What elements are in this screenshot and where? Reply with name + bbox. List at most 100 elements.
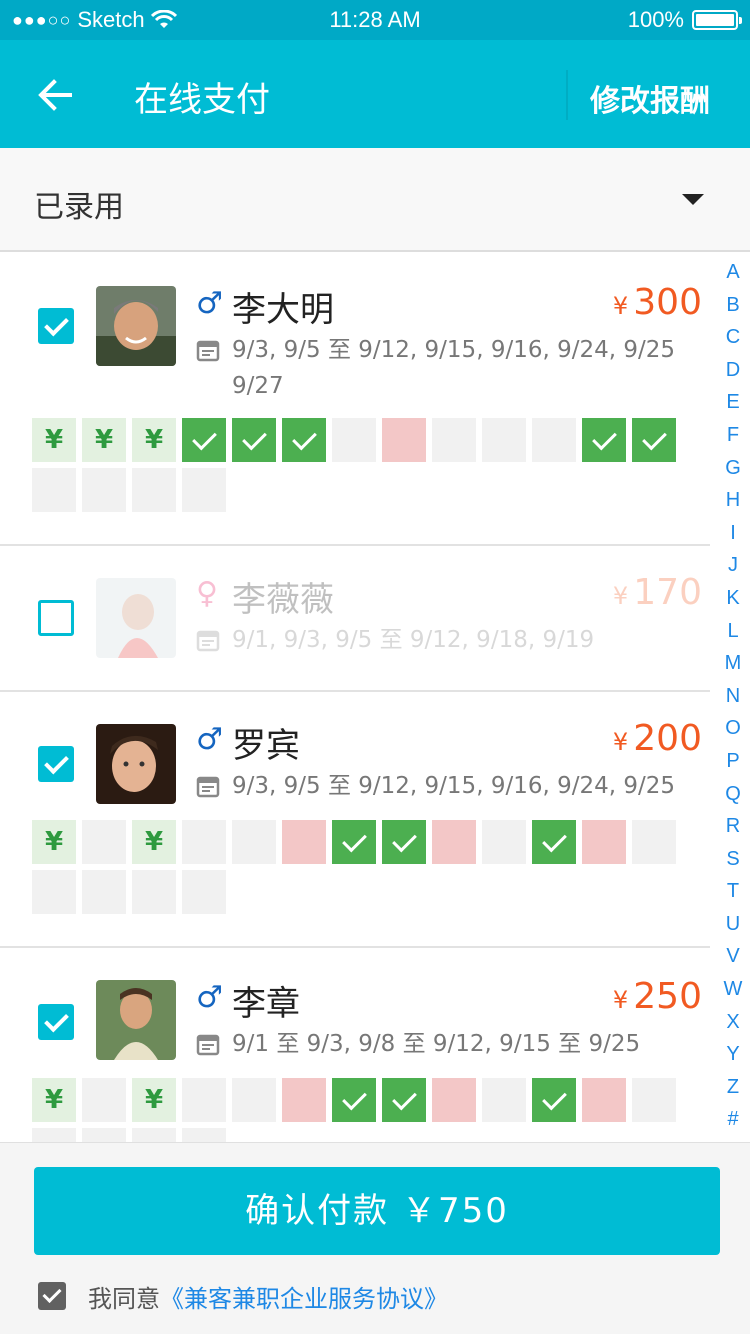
attendance-cell-empty bbox=[82, 820, 126, 864]
index-letter[interactable]: K bbox=[718, 582, 748, 615]
index-letter[interactable]: A bbox=[718, 256, 748, 289]
index-letter[interactable]: # bbox=[718, 1103, 748, 1136]
attendance-cell-empty bbox=[182, 820, 226, 864]
index-letter[interactable]: O bbox=[718, 712, 748, 745]
worker-checkbox[interactable] bbox=[38, 1004, 74, 1040]
attendance-cell-empty bbox=[182, 1078, 226, 1122]
filter-label: 已录用 bbox=[34, 190, 124, 225]
screen: ●●●○○ Sketch 11:28 AM 100% 在线支付 修改报酬 已录用 bbox=[0, 0, 750, 1334]
index-letter[interactable]: S bbox=[718, 843, 748, 876]
worker-checkbox[interactable] bbox=[38, 746, 74, 782]
attendance-cell-pink bbox=[582, 1078, 626, 1122]
calendar-icon bbox=[196, 630, 220, 652]
index-letter[interactable]: M bbox=[718, 647, 748, 680]
calendar-icon bbox=[196, 776, 220, 798]
worker-name: 李薇薇 bbox=[232, 580, 334, 620]
index-letter[interactable]: P bbox=[718, 745, 748, 778]
index-letter[interactable]: F bbox=[718, 419, 748, 452]
attendance-cell-yen: ¥ bbox=[132, 820, 176, 864]
index-letter[interactable]: L bbox=[718, 615, 748, 648]
attendance-cell-pink bbox=[432, 1078, 476, 1122]
index-letter[interactable]: G bbox=[718, 452, 748, 485]
attendance-cell-empty bbox=[532, 418, 576, 462]
attendance-cell-empty bbox=[132, 468, 176, 512]
agreement-link[interactable]: 《兼客兼职企业服务协议》 bbox=[160, 1279, 448, 1314]
index-letter[interactable]: H bbox=[718, 484, 748, 517]
index-letter[interactable]: C bbox=[718, 321, 748, 354]
attendance-cell-empty bbox=[482, 418, 526, 462]
index-letter[interactable]: V bbox=[718, 940, 748, 973]
index-letter[interactable]: R bbox=[718, 810, 748, 843]
status-bar: ●●●○○ Sketch 11:28 AM 100% bbox=[0, 0, 750, 40]
index-letter[interactable]: Z bbox=[718, 1071, 748, 1104]
index-letter[interactable]: X bbox=[718, 1006, 748, 1039]
attendance-cell-empty bbox=[332, 418, 376, 462]
attendance-cell-empty bbox=[432, 418, 476, 462]
attendance-cell-empty bbox=[632, 820, 676, 864]
price-amount: 200 bbox=[633, 718, 702, 759]
avatar bbox=[96, 980, 176, 1060]
worker-checkbox[interactable] bbox=[38, 308, 74, 344]
attendance-cell-empty bbox=[32, 468, 76, 512]
price-amount: 300 bbox=[633, 282, 702, 323]
attendance-cell-green bbox=[632, 418, 676, 462]
worker-card: ♂ 李章 ¥ 250 9/1 至 9/3, 9/8 至 9/12, 9/15 至… bbox=[0, 948, 710, 1142]
status-right: 100% bbox=[627, 7, 742, 33]
worker-price: ¥ 250 bbox=[613, 976, 702, 1017]
avatar bbox=[96, 578, 176, 658]
index-letter[interactable]: E bbox=[718, 386, 748, 419]
edit-pay-button[interactable]: 修改报酬 bbox=[590, 76, 710, 120]
currency-symbol: ¥ bbox=[612, 728, 629, 756]
currency-symbol: ¥ bbox=[612, 582, 629, 610]
gender-female-icon: ♀ bbox=[196, 576, 218, 611]
work-dates: 9/1, 9/3, 9/5 至 9/12, 9/18, 9/19 bbox=[232, 627, 595, 653]
currency-symbol: ¥ bbox=[612, 986, 629, 1014]
attendance-cell-empty bbox=[232, 1078, 276, 1122]
attendance-cell-empty bbox=[82, 1128, 126, 1142]
battery-percent: 100% bbox=[627, 7, 684, 32]
attendance-cell-yen: ¥ bbox=[32, 820, 76, 864]
alphabet-index[interactable]: A B C D E F G H I J K L M N O P Q R S T U V W X Y Z # bbox=[718, 256, 748, 1136]
index-letter[interactable]: I bbox=[718, 517, 748, 550]
price-amount: 170 bbox=[633, 572, 702, 613]
worker-price: ¥ 200 bbox=[613, 718, 702, 759]
index-letter[interactable]: Q bbox=[718, 778, 748, 811]
confirm-pay-button[interactable]: 确认付款 ￥750 bbox=[34, 1167, 720, 1255]
index-letter[interactable]: J bbox=[718, 549, 748, 582]
attendance-cell-empty bbox=[232, 820, 276, 864]
attendance-cell-green bbox=[332, 820, 376, 864]
work-dates: 9/3, 9/5 至 9/12, 9/15, 9/16, 9/24, 9/25 … bbox=[232, 337, 676, 399]
attendance-cell-green bbox=[532, 1078, 576, 1122]
index-letter[interactable]: T bbox=[718, 875, 748, 908]
attendance-cell-pink bbox=[282, 1078, 326, 1122]
attendance-cell-green bbox=[232, 418, 276, 462]
index-letter[interactable]: W bbox=[718, 973, 748, 1006]
worker-name: 罗宾 bbox=[232, 726, 300, 766]
attendance-cell-green bbox=[582, 418, 626, 462]
index-letter[interactable]: B bbox=[718, 289, 748, 322]
attendance-cell-yen: ¥ bbox=[32, 1078, 76, 1122]
calendar-icon bbox=[196, 1034, 220, 1056]
attendance-cell-green bbox=[182, 418, 226, 462]
dimmed-content: ♀ 李薇薇 ¥ 170 9/1, 9/3, 9/5 至 9/12, 9/18, … bbox=[0, 546, 710, 692]
attendance-cell-green bbox=[532, 820, 576, 864]
index-letter[interactable]: U bbox=[718, 908, 748, 941]
avatar bbox=[96, 286, 176, 366]
attendance-cell-yen: ¥ bbox=[32, 418, 76, 462]
battery-icon bbox=[692, 10, 742, 30]
index-letter[interactable]: D bbox=[718, 354, 748, 387]
bottom-bar: 确认付款 ￥750 我同意 《兼客兼职企业服务协议》 bbox=[0, 1142, 750, 1334]
attendance-cell-empty bbox=[82, 468, 126, 512]
agree-checkbox[interactable] bbox=[38, 1282, 66, 1310]
nav-bar: 在线支付 修改报酬 bbox=[0, 40, 750, 148]
attendance-cell-pink bbox=[282, 820, 326, 864]
worker-card: ♂ 李大明 ¥ 300 9/3, 9/5 至 9/12, 9/15, 9/16,… bbox=[0, 252, 710, 546]
index-letter[interactable]: N bbox=[718, 680, 748, 713]
status-filter-dropdown[interactable]: 已录用 bbox=[0, 148, 750, 252]
nav-divider bbox=[566, 70, 568, 120]
back-arrow-icon[interactable] bbox=[30, 72, 80, 118]
index-letter[interactable]: Y bbox=[718, 1038, 748, 1071]
calendar-icon bbox=[196, 340, 220, 362]
agree-text: 我同意 bbox=[88, 1284, 160, 1313]
attendance-cell-empty bbox=[132, 1128, 176, 1142]
